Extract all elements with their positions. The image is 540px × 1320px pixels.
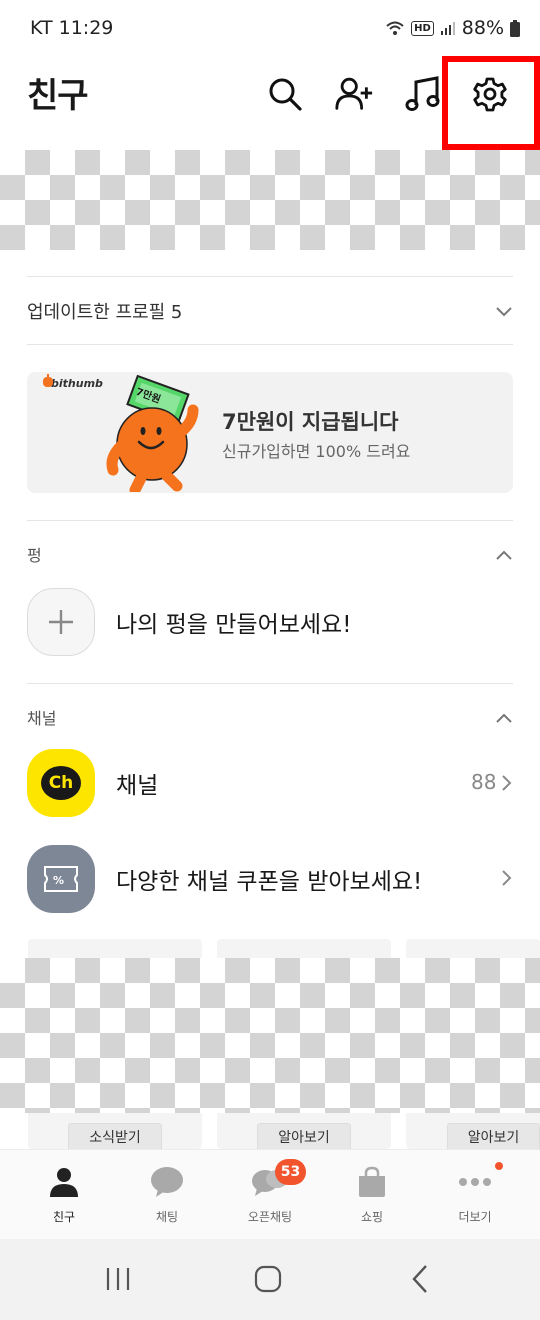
home-icon: [254, 1265, 282, 1293]
add-friend-button[interactable]: [334, 74, 374, 114]
tab-label: 친구: [52, 1210, 76, 1224]
channel-count: 88: [471, 770, 497, 794]
new-indicator-dot: [495, 1162, 503, 1170]
chevron-right-icon[interactable]: [500, 868, 514, 888]
updated-profiles-label[interactable]: 업데이트한 프로필 5: [27, 298, 182, 324]
status-time: KT 11:29: [30, 17, 114, 39]
channel-item-label[interactable]: 채널: [116, 766, 158, 800]
tab-label: 더보기: [458, 1210, 492, 1224]
channel-ch-logo: Ch: [41, 766, 81, 800]
search-icon: [269, 78, 302, 111]
chevron-down-icon[interactable]: [493, 300, 515, 322]
image-placeholder: [0, 958, 540, 1113]
tab-more[interactable]: 더보기: [421, 1150, 529, 1240]
chevron-up-icon[interactable]: [493, 707, 515, 729]
battery-icon: [510, 19, 520, 37]
music-note-icon: [405, 76, 440, 111]
plus-icon: [49, 610, 73, 634]
signal-icon: [440, 22, 455, 35]
create-pung-button[interactable]: [27, 588, 95, 656]
wifi-icon: [386, 21, 404, 35]
tab-label: 쇼핑: [360, 1210, 384, 1224]
tab-shopping[interactable]: 쇼핑: [318, 1150, 426, 1240]
back-icon: [412, 1265, 427, 1293]
mascot-illustration: 7만원: [106, 374, 199, 492]
home-button[interactable]: [243, 1259, 293, 1299]
recent-apps-icon: [106, 1268, 130, 1290]
highlight-box: [442, 56, 540, 150]
tab-chats[interactable]: 채팅: [113, 1150, 221, 1240]
coupon-icon[interactable]: %: [27, 845, 95, 913]
more-dots-icon: [459, 1178, 491, 1186]
brand-logo: bithumb: [51, 377, 103, 390]
page-title: 친구: [27, 76, 89, 116]
recent-apps-button[interactable]: [93, 1259, 143, 1299]
notification-badge: 53: [275, 1159, 306, 1185]
channel-section-label: 채널: [27, 709, 57, 728]
bithumb-logo-icon: [43, 374, 53, 387]
learn-more-button[interactable]: 알아보기: [257, 1123, 351, 1151]
pung-section-label: 펑: [27, 546, 42, 565]
tab-friends[interactable]: 친구: [10, 1150, 118, 1240]
chat-bubble-icon: [151, 1167, 183, 1197]
shopping-bag-icon: [359, 1166, 385, 1197]
music-button[interactable]: [403, 74, 443, 114]
divider: [27, 520, 513, 521]
tab-label: 오픈채팅: [247, 1210, 293, 1224]
chevron-right-icon[interactable]: [500, 773, 514, 793]
search-button[interactable]: [265, 74, 305, 114]
divider: [27, 344, 513, 345]
back-button[interactable]: [395, 1259, 445, 1299]
divider: [27, 276, 513, 277]
chevron-up-icon[interactable]: [493, 544, 515, 566]
image-placeholder: [0, 150, 540, 250]
person-icon: [50, 1168, 78, 1197]
system-nav-bar: [0, 1239, 540, 1320]
add-friend-icon: [335, 77, 373, 110]
status-bar: KT 11:29 HD 88%: [0, 0, 540, 58]
header: 친구: [0, 56, 540, 150]
tab-open-chat[interactable]: 오픈채팅: [216, 1150, 324, 1240]
banner-title: 7만원이 지급됩니다: [222, 410, 399, 434]
banner-subtitle: 신규가입하면 100% 드려요: [222, 442, 411, 461]
coupon-item-label[interactable]: 다양한 채널 쿠폰을 받아보세요!: [116, 862, 422, 896]
bottom-tab-bar: 친구 채팅 오픈채팅 쇼핑 더보기: [0, 1149, 540, 1239]
divider: [27, 683, 513, 684]
tab-label: 채팅: [155, 1210, 179, 1224]
ticket-icon: %: [44, 866, 78, 892]
create-pung-text[interactable]: 나의 펑을 만들어보세요!: [116, 605, 351, 639]
learn-more-button[interactable]: 알아보기: [447, 1123, 540, 1151]
svg-text:%: %: [53, 874, 64, 887]
hd-badge: HD: [411, 20, 434, 36]
channel-icon[interactable]: Ch: [27, 749, 95, 817]
subscribe-button[interactable]: 소식받기: [68, 1123, 162, 1151]
battery-percent: 88%: [461, 17, 504, 39]
ad-banner[interactable]: bithumb 7만원 7만원이 지급됩니다 신규가입하면 100% 드려요: [27, 372, 513, 493]
